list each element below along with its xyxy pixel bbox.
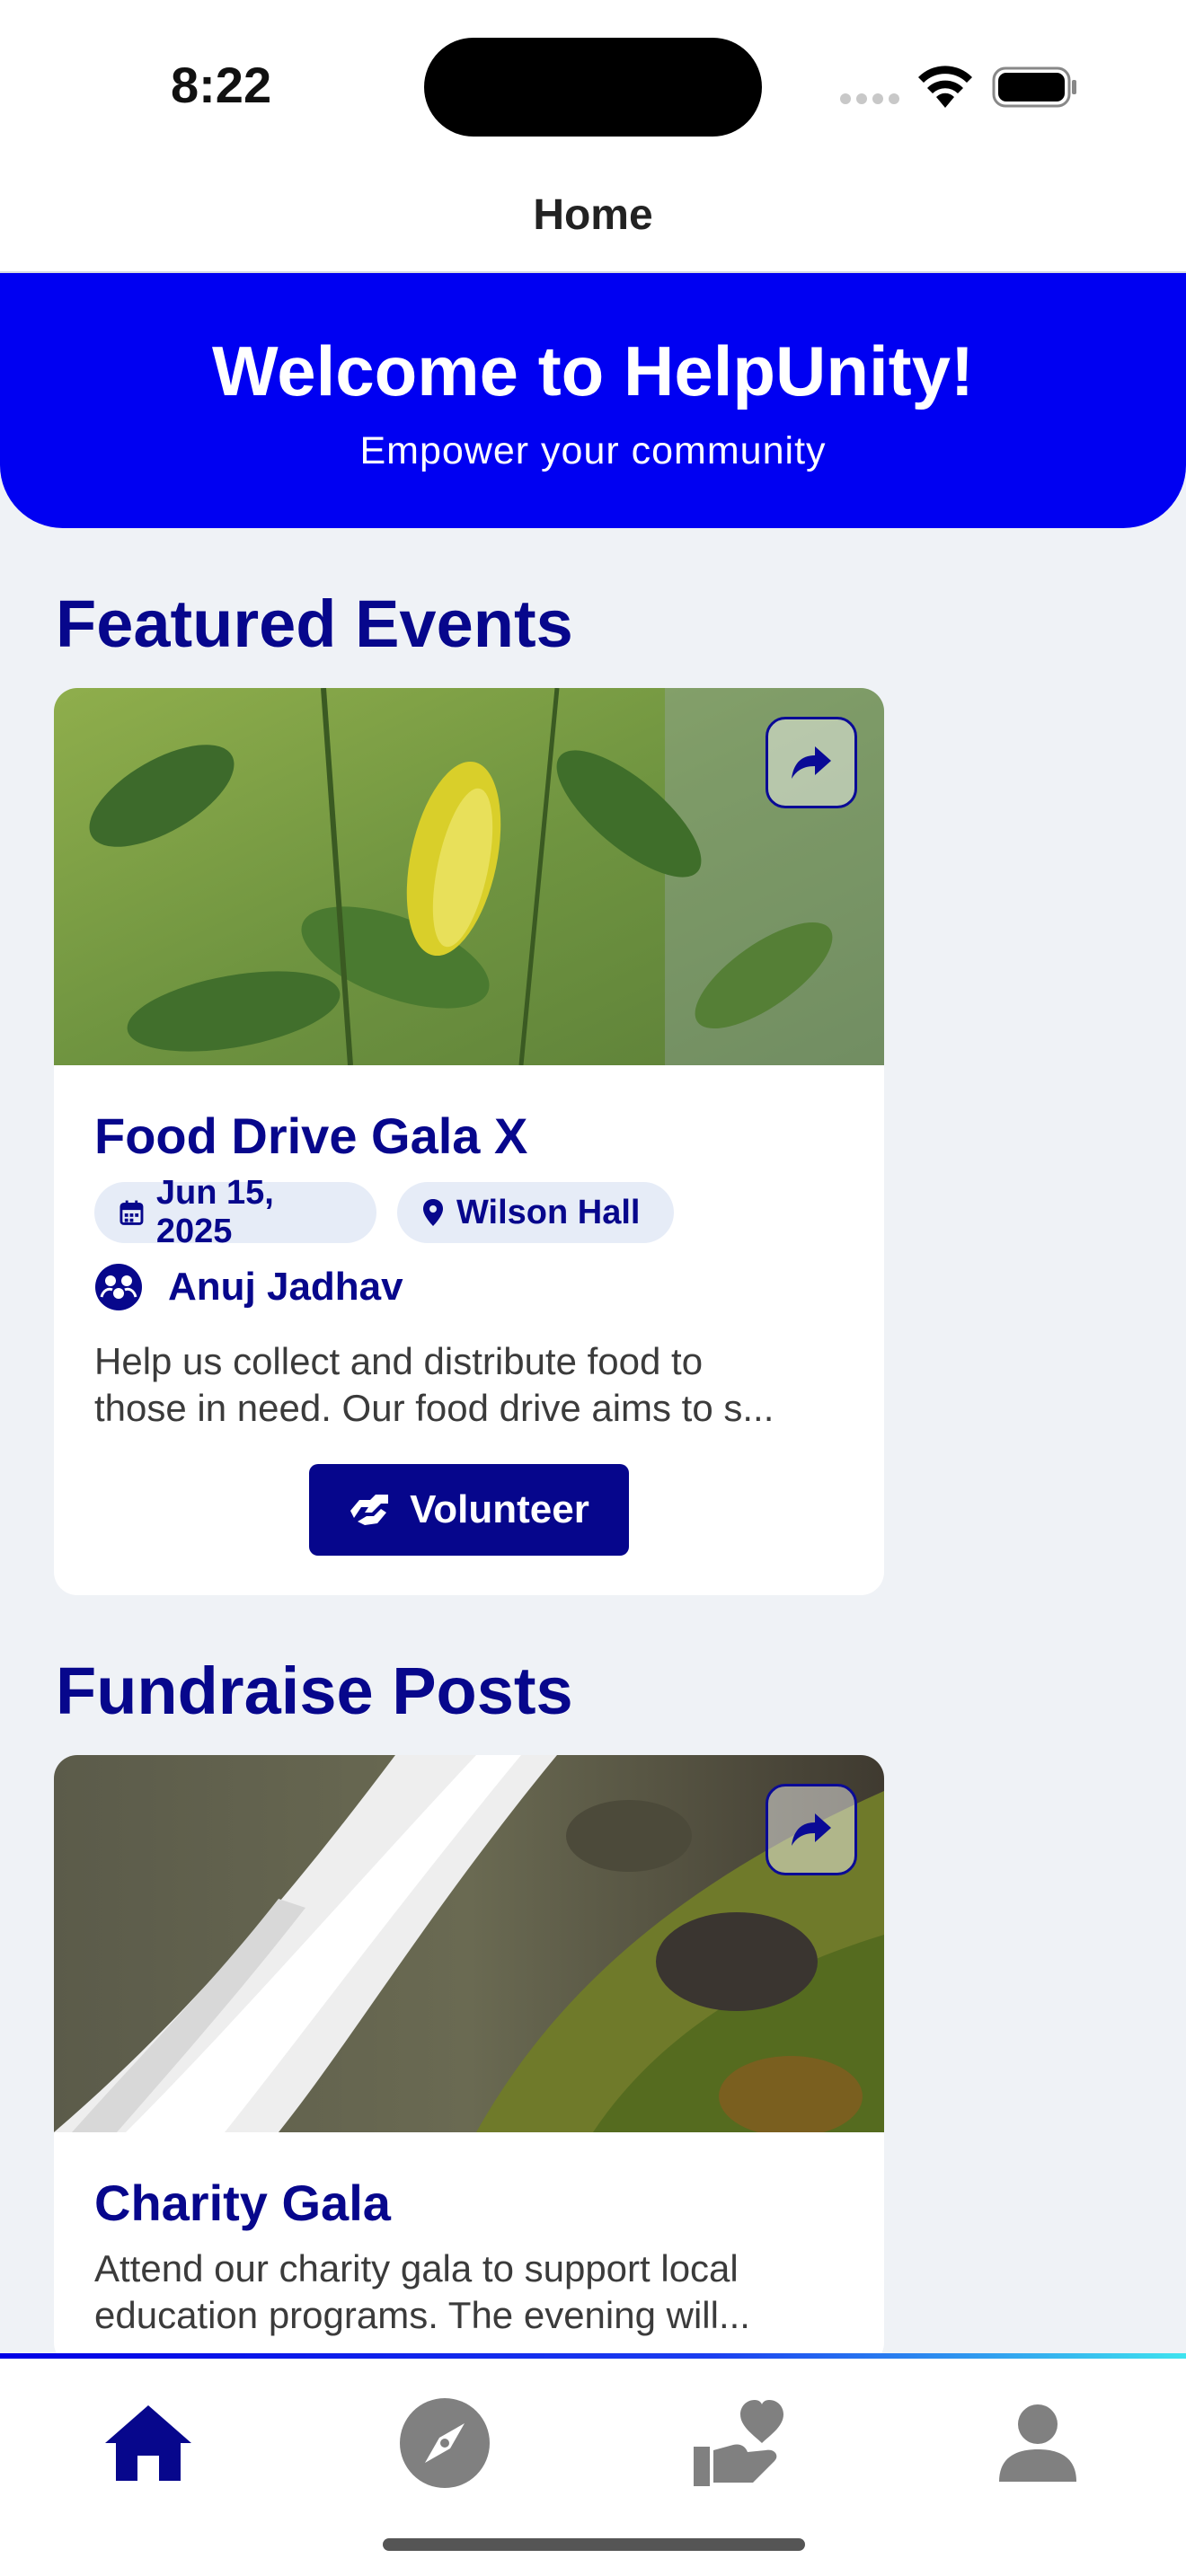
event-title: Food Drive Gala X <box>94 1107 528 1164</box>
organizer-name: Anuj Jadhav <box>168 1265 403 1309</box>
home-indicator <box>383 2538 805 2551</box>
handshake-icon <box>350 1495 389 1525</box>
event-description-line: Help us collect and distribute food to <box>94 1340 704 1382</box>
location-pin-icon <box>423 1199 443 1226</box>
wifi-icon <box>918 66 972 108</box>
dynamic-island <box>424 38 762 137</box>
event-date-chip: Jun 15, 2025 <box>94 1174 376 1250</box>
tab-home[interactable] <box>94 2389 202 2497</box>
fundraise-image <box>54 1755 884 2132</box>
fundraise-description-line: education programs. The evening will... <box>94 2294 750 2336</box>
volunteer-button[interactable]: Volunteer <box>309 1464 629 1556</box>
event-organizer: Anuj Jadhav <box>94 1263 403 1311</box>
cellular-signal-icon <box>840 93 899 104</box>
event-image <box>54 688 884 1065</box>
welcome-title: Welcome to HelpUnity! <box>212 331 974 410</box>
status-time: 8:22 <box>171 57 272 113</box>
fundraise-description: Attend our charity gala to support local… <box>94 2245 849 2339</box>
page-title: Home <box>533 191 653 239</box>
tab-explore[interactable] <box>391 2389 499 2497</box>
event-description: Help us collect and distribute food to t… <box>94 1338 849 1432</box>
welcome-subtitle: Empower your community <box>359 429 827 472</box>
calendar-icon <box>119 1200 144 1225</box>
share-icon <box>792 1813 831 1846</box>
person-icon <box>999 2404 1076 2482</box>
tab-profile[interactable] <box>984 2389 1092 2497</box>
battery-icon <box>992 66 1076 108</box>
event-location: Wilson Hall <box>456 1193 641 1231</box>
share-button[interactable] <box>766 1784 857 1875</box>
fundraise-card[interactable]: Charity Gala Attend our charity gala to … <box>54 1755 884 2366</box>
fundraise-description-line: Attend our charity gala to support local <box>94 2247 739 2289</box>
featured-events-heading: Featured Events <box>56 587 573 661</box>
home-icon <box>105 2405 191 2481</box>
tab-donate[interactable] <box>686 2389 793 2497</box>
volunteer-label: Volunteer <box>410 1487 589 1531</box>
share-icon <box>792 746 831 779</box>
event-card[interactable]: Food Drive Gala X Jun 15, 2025 Wilson Ha… <box>54 688 884 1595</box>
share-button[interactable] <box>766 717 857 808</box>
fundraise-title: Charity Gala <box>94 2175 391 2231</box>
group-icon <box>95 1264 142 1310</box>
fundraise-posts-heading: Fundraise Posts <box>56 1654 573 1728</box>
hand-heart-icon <box>694 2400 783 2486</box>
event-date: Jun 15, 2025 <box>155 1174 274 1250</box>
event-location-chip: Wilson Hall <box>397 1182 674 1243</box>
event-description-line: those in need. Our food drive aims to s.… <box>94 1387 774 1429</box>
compass-icon <box>400 2398 490 2488</box>
